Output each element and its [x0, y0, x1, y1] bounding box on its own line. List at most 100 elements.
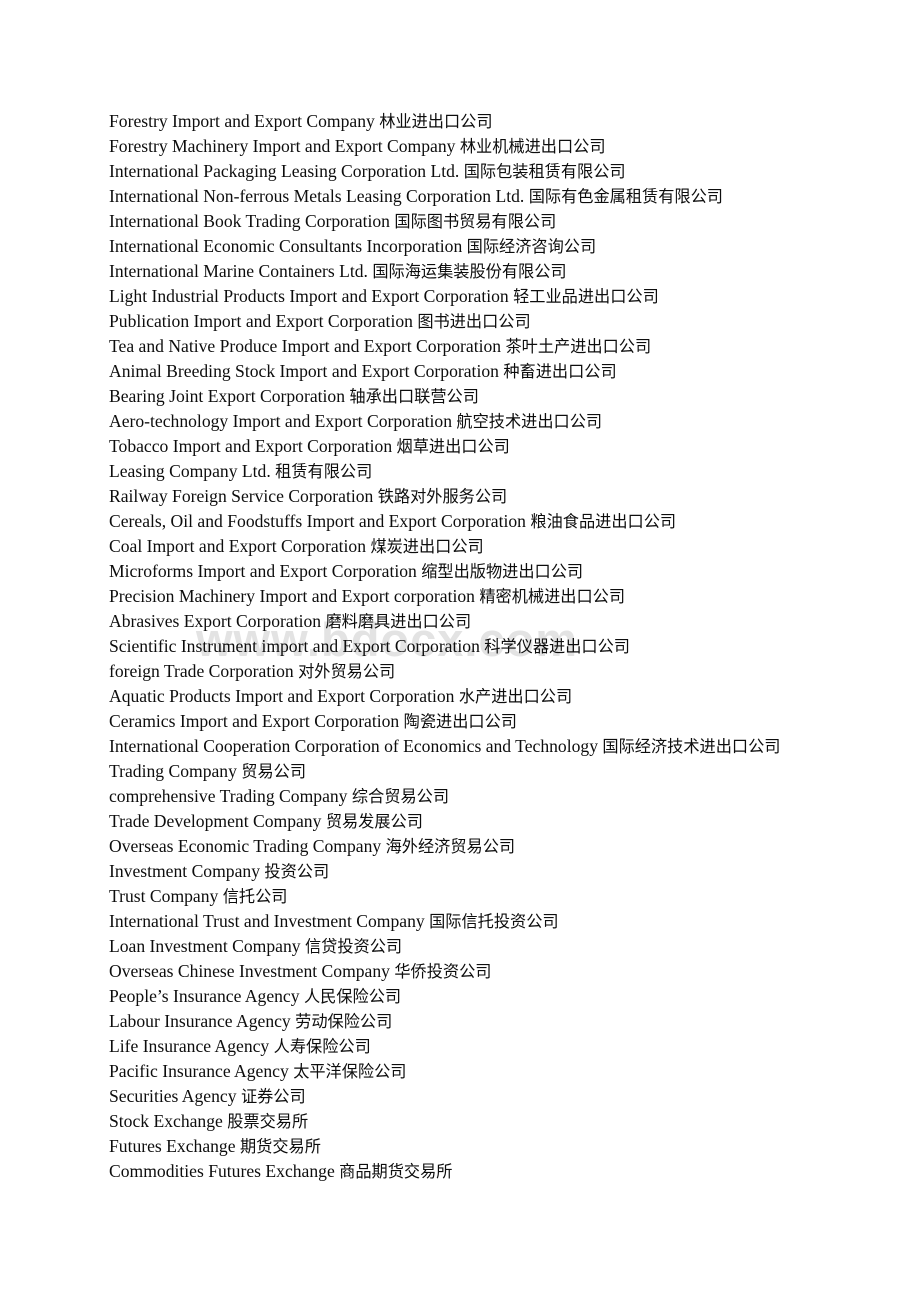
entry-chinese-term: 水产进出口公司: [458, 687, 573, 706]
glossary-entry: Leasing Company Ltd. 租赁有限公司: [109, 459, 799, 484]
glossary-entry: International Trust and Investment Compa…: [109, 909, 799, 934]
glossary-entry: Aquatic Products Import and Export Corpo…: [109, 684, 799, 709]
entry-english-term: International Economic Consultants Incor…: [109, 236, 463, 256]
entry-chinese-term: 茶叶土产进出口公司: [505, 337, 652, 356]
entry-chinese-term: 磨料磨具进出口公司: [325, 612, 472, 631]
glossary-entry: Futures Exchange 期货交易所: [109, 1134, 799, 1159]
glossary-entry: Investment Company 投资公司: [109, 859, 799, 884]
glossary-entry-list: Forestry Import and Export Company 林业进出口…: [109, 109, 799, 1184]
entry-english-term: Cereals, Oil and Foodstuffs Import and E…: [109, 511, 526, 531]
entry-english-term: foreign Trade Corporation: [109, 661, 294, 681]
entry-english-term: Trading Company: [109, 761, 237, 781]
entry-chinese-term: 信贷投资公司: [304, 937, 403, 956]
entry-chinese-term: 烟草进出口公司: [396, 437, 510, 456]
entry-english-term: International Trust and Investment Compa…: [109, 911, 425, 931]
entry-english-term: Forestry Machinery Import and Export Com…: [109, 136, 456, 156]
glossary-entry: Trade Development Company 贸易发展公司: [109, 809, 799, 834]
entry-english-term: Pacific Insurance Agency: [109, 1061, 289, 1081]
glossary-entry: Life Insurance Agency 人寿保险公司: [109, 1034, 799, 1059]
entry-chinese-term: 铁路对外服务公司: [377, 487, 508, 506]
glossary-entry: Commodities Futures Exchange 商品期货交易所: [109, 1159, 799, 1184]
entry-chinese-term: 劳动保险公司: [295, 1012, 393, 1031]
entry-english-term: People’s Insurance Agency: [109, 986, 300, 1006]
entry-chinese-term: 信托公司: [222, 887, 288, 906]
document-page: www.bdocx.com Forestry Import and Export…: [0, 0, 920, 1302]
entry-english-term: Light Industrial Products Import and Exp…: [109, 286, 509, 306]
glossary-entry: Aero-technology Import and Export Corpor…: [109, 409, 799, 434]
entry-chinese-term: 投资公司: [264, 862, 330, 881]
glossary-entry: Forestry Machinery Import and Export Com…: [109, 134, 799, 159]
entry-english-term: Animal Breeding Stock Import and Export …: [109, 361, 499, 381]
entry-chinese-term: 缩型出版物进出口公司: [421, 562, 584, 581]
entry-english-term: Tea and Native Produce Import and Export…: [109, 336, 502, 356]
entry-chinese-term: 精密机械进出口公司: [479, 587, 626, 606]
entry-english-term: Loan Investment Company: [109, 936, 301, 956]
glossary-entry: International Packaging Leasing Corporat…: [109, 159, 799, 184]
entry-english-term: Trust Company: [109, 886, 219, 906]
glossary-entry: Microforms Import and Export Corporation…: [109, 559, 799, 584]
glossary-entry: International Marine Containers Ltd. 国际海…: [109, 259, 799, 284]
entry-english-term: comprehensive Trading Company: [109, 786, 348, 806]
glossary-entry: Forestry Import and Export Company 林业进出口…: [109, 109, 799, 134]
entry-english-term: Microforms Import and Export Corporation: [109, 561, 417, 581]
entry-english-term: Aquatic Products Import and Export Corpo…: [109, 686, 455, 706]
entry-english-term: Leasing Company Ltd.: [109, 461, 271, 481]
entry-english-term: Precision Machinery Import and Export co…: [109, 586, 475, 606]
entry-chinese-term: 林业机械进出口公司: [459, 137, 606, 156]
entry-english-term: Aero-technology Import and Export Corpor…: [109, 411, 452, 431]
entry-english-term: International Cooperation Corporation of…: [109, 736, 598, 756]
glossary-entry: Cereals, Oil and Foodstuffs Import and E…: [109, 509, 799, 534]
entry-english-term: Life Insurance Agency: [109, 1036, 270, 1056]
entry-chinese-term: 人寿保险公司: [273, 1037, 371, 1056]
entry-chinese-term: 陶瓷进出口公司: [403, 712, 517, 731]
entry-english-term: Scientific Instrument import and Export …: [109, 636, 480, 656]
entry-english-term: Commodities Futures Exchange: [109, 1161, 335, 1181]
entry-english-term: International Marine Containers Ltd.: [109, 261, 368, 281]
entry-english-term: Labour Insurance Agency: [109, 1011, 291, 1031]
glossary-entry: Ceramics Import and Export Corporation 陶…: [109, 709, 799, 734]
glossary-entry: Loan Investment Company 信贷投资公司: [109, 934, 799, 959]
entry-english-term: Overseas Economic Trading Company: [109, 836, 382, 856]
entry-english-term: Publication Import and Export Corporatio…: [109, 311, 413, 331]
entry-english-term: Railway Foreign Service Corporation: [109, 486, 374, 506]
glossary-entry: Pacific Insurance Agency 太平洋保险公司: [109, 1059, 799, 1084]
entry-english-term: Overseas Chinese Investment Company: [109, 961, 390, 981]
glossary-entry: Labour Insurance Agency 劳动保险公司: [109, 1009, 799, 1034]
entry-chinese-term: 煤炭进出口公司: [370, 537, 484, 556]
glossary-entry: International Cooperation Corporation of…: [109, 734, 799, 759]
entry-english-term: International Non-ferrous Metals Leasing…: [109, 186, 525, 206]
entry-english-term: International Book Trading Corporation: [109, 211, 390, 231]
entry-chinese-term: 贸易公司: [241, 762, 307, 781]
glossary-entry: Securities Agency 证券公司: [109, 1084, 799, 1109]
glossary-entry: Light Industrial Products Import and Exp…: [109, 284, 799, 309]
glossary-entry: comprehensive Trading Company 综合贸易公司: [109, 784, 799, 809]
entry-english-term: Tobacco Import and Export Corporation: [109, 436, 393, 456]
glossary-entry: Animal Breeding Stock Import and Export …: [109, 359, 799, 384]
entry-chinese-term: 综合贸易公司: [351, 787, 450, 806]
entry-english-term: International Packaging Leasing Corporat…: [109, 161, 460, 181]
glossary-entry: Overseas Chinese Investment Company 华侨投资…: [109, 959, 799, 984]
entry-chinese-term: 国际有色金属租赁有限公司: [528, 187, 723, 206]
entry-chinese-term: 租赁有限公司: [275, 462, 373, 481]
glossary-entry: Trust Company 信托公司: [109, 884, 799, 909]
glossary-entry: Railway Foreign Service Corporation 铁路对外…: [109, 484, 799, 509]
entry-english-term: Investment Company: [109, 861, 260, 881]
entry-chinese-term: 林业进出口公司: [379, 112, 493, 131]
entry-chinese-term: 图书进出口公司: [417, 312, 531, 331]
entry-english-term: Futures Exchange: [109, 1136, 236, 1156]
glossary-entry: Coal Import and Export Corporation 煤炭进出口…: [109, 534, 799, 559]
entry-chinese-term: 国际海运集装股份有限公司: [372, 262, 567, 281]
entry-chinese-term: 华侨投资公司: [394, 962, 492, 981]
entry-chinese-term: 国际图书贸易有限公司: [394, 212, 557, 231]
entry-english-term: Ceramics Import and Export Corporation: [109, 711, 400, 731]
entry-chinese-term: 轴承出口联营公司: [349, 387, 479, 406]
glossary-entry: Bearing Joint Export Corporation 轴承出口联营公…: [109, 384, 799, 409]
entry-chinese-term: 人民保险公司: [303, 987, 402, 1006]
entry-chinese-term: 期货交易所: [239, 1137, 321, 1156]
entry-chinese-term: 国际经济技术进出口公司: [602, 737, 781, 756]
entry-english-term: Trade Development Company: [109, 811, 322, 831]
entry-chinese-term: 股票交易所: [227, 1112, 309, 1131]
entry-english-term: Stock Exchange: [109, 1111, 223, 1131]
glossary-entry: Overseas Economic Trading Company 海外经济贸易…: [109, 834, 799, 859]
glossary-entry: People’s Insurance Agency 人民保险公司: [109, 984, 799, 1009]
